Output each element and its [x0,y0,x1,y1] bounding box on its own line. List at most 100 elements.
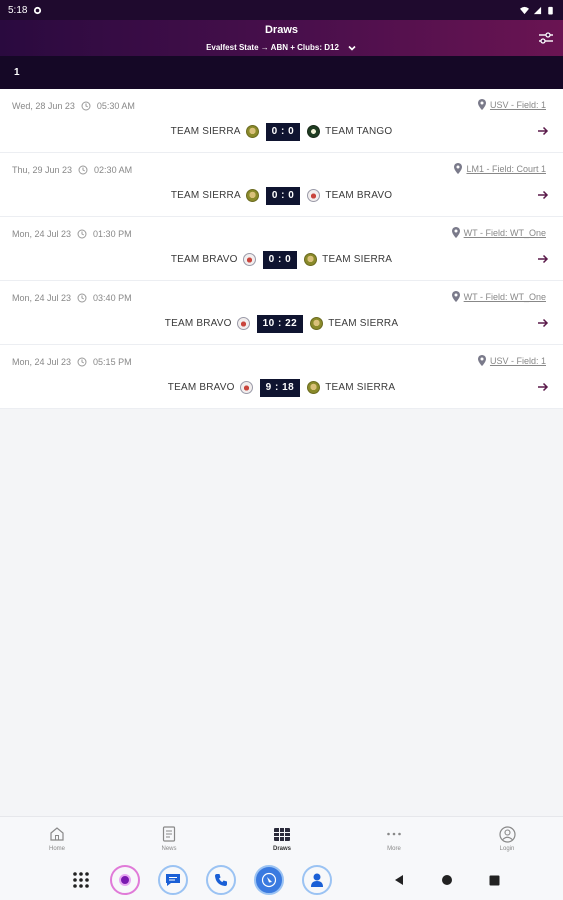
team-sierra-logo-icon [310,317,324,330]
match-card[interactable]: Wed, 28 Jun 23 05:30 AM USV - Field: 1 T… [0,89,563,153]
location-pin-icon [451,227,460,238]
match-time: 03:40 PM [93,293,132,303]
browser-app-button[interactable] [252,863,286,897]
match-card[interactable]: Mon, 24 Jul 23 05:15 PM USV - Field: 1 T… [0,345,563,409]
notification-icon [34,6,42,14]
clock-icon [77,293,87,303]
away-team-name: TEAM TANGO [325,126,393,137]
team-sierra-logo-icon [245,189,259,202]
home-icon [48,825,66,843]
home-team-name: TEAM SIERRA [170,126,241,137]
competition-subtitle: Evalfest State → ABN + Clubs: D12 [206,43,339,52]
nav-login[interactable]: Login [487,825,527,852]
battery-icon [548,6,553,15]
nav-draws[interactable]: Draws [262,825,302,852]
camera-app-icon [110,865,140,895]
team-sierra-logo-icon [245,125,259,138]
venue-link[interactable]: USV - Field: 1 [490,100,546,110]
match-card[interactable]: Mon, 24 Jul 23 03:40 PM WT - Field: WT_O… [0,281,563,345]
match-time: 05:30 AM [96,101,135,111]
back-button[interactable] [382,863,416,897]
team-bravo-logo-icon [307,189,321,202]
away-team-name: TEAM BRAVO [325,190,393,201]
match-card[interactable]: Thu, 29 Jun 23 02:30 AM LM1 - Field: Cou… [0,153,563,217]
chevron-down-icon[interactable] [347,43,357,53]
messages-app-icon [158,865,188,895]
competition-selector[interactable]: Draws Evalfest State → ABN + Clubs: D12 [0,24,563,55]
match-date: Mon, 24 Jul 23 [12,357,72,367]
nav-news[interactable]: News [149,825,189,852]
home-button[interactable] [430,863,464,897]
recents-button[interactable] [477,863,511,897]
bottom-nav: Home News Draws More Login [0,816,563,860]
team-tango-logo-icon [307,125,321,138]
venue-link[interactable]: LM1 - Field: Court 1 [466,164,546,174]
match-details-button[interactable] [536,316,550,330]
arrow-right-icon [538,254,549,264]
location-pin-icon [451,291,460,302]
app-header: Draws Evalfest State → ABN + Clubs: D12 [0,20,563,56]
nav-draws-label: Draws [272,846,291,852]
home-team-name: TEAM BRAVO [167,382,235,393]
filter-button[interactable] [537,29,555,47]
news-icon [160,825,178,843]
location-pin-icon [477,355,486,366]
messages-app-button[interactable] [156,863,190,897]
nav-more-label: More [387,846,401,852]
venue-link[interactable]: WT - Field: WT_One [464,292,546,302]
match-date: Wed, 28 Jun 23 [12,101,75,111]
location-pin-icon [477,99,486,110]
contacts-app-icon [302,865,332,895]
nav-login-label: Login [499,846,515,852]
match-date: Mon, 24 Jul 23 [12,293,72,303]
venue-link[interactable]: USV - Field: 1 [490,356,546,366]
apps-grid-button[interactable] [64,863,98,897]
away-team-name: TEAM SIERRA [325,382,396,393]
match-time: 02:30 AM [94,165,133,175]
clock-icon [81,101,91,111]
clock-icon [77,357,87,367]
arrow-right-icon [538,382,549,392]
login-icon [498,825,516,843]
match-score: 0 : 0 [265,186,301,205]
location-pin-icon [454,163,463,174]
back-triangle-icon [395,875,403,885]
clock-icon [77,229,87,239]
page-title: Draws [264,24,299,36]
home-team-name: TEAM BRAVO [164,318,232,329]
team-bravo-logo-icon [242,253,256,266]
home-team-name: TEAM BRAVO [170,254,238,265]
match-details-button[interactable] [536,380,550,394]
system-nav-bar [0,860,563,900]
apps-grid-icon [73,872,89,888]
contacts-app-button[interactable] [300,863,334,897]
away-team-name: TEAM SIERRA [328,318,399,329]
phone-app-button[interactable] [204,863,238,897]
match-details-button[interactable] [536,252,550,266]
match-details-button[interactable] [536,188,550,202]
arrow-right-icon [538,190,549,200]
team-bravo-logo-icon [239,381,253,394]
match-details-button[interactable] [536,124,550,138]
match-score: 0 : 0 [265,122,301,141]
more-icon [385,825,403,843]
phone-app-icon [206,865,236,895]
match-score: 10 : 22 [256,314,304,333]
nav-home-label: Home [48,846,65,852]
round-tabs: 1 [0,56,563,89]
away-team-name: TEAM SIERRA [322,254,393,265]
match-card[interactable]: Mon, 24 Jul 23 01:30 PM WT - Field: WT_O… [0,217,563,281]
team-sierra-logo-icon [307,381,321,394]
venue-link[interactable]: WT - Field: WT_One [464,228,546,238]
team-sierra-logo-icon [304,253,318,266]
nav-news-label: News [161,846,177,852]
nav-more[interactable]: More [374,825,414,852]
signal-icon [533,6,542,14]
browser-app-icon [254,865,284,895]
match-list: Wed, 28 Jun 23 05:30 AM USV - Field: 1 T… [0,89,563,409]
round-tab-1[interactable]: 1 [14,67,20,78]
wifi-icon [520,6,529,14]
match-score: 9 : 18 [259,378,301,397]
nav-home[interactable]: Home [37,825,77,852]
camera-app-button[interactable] [108,863,142,897]
